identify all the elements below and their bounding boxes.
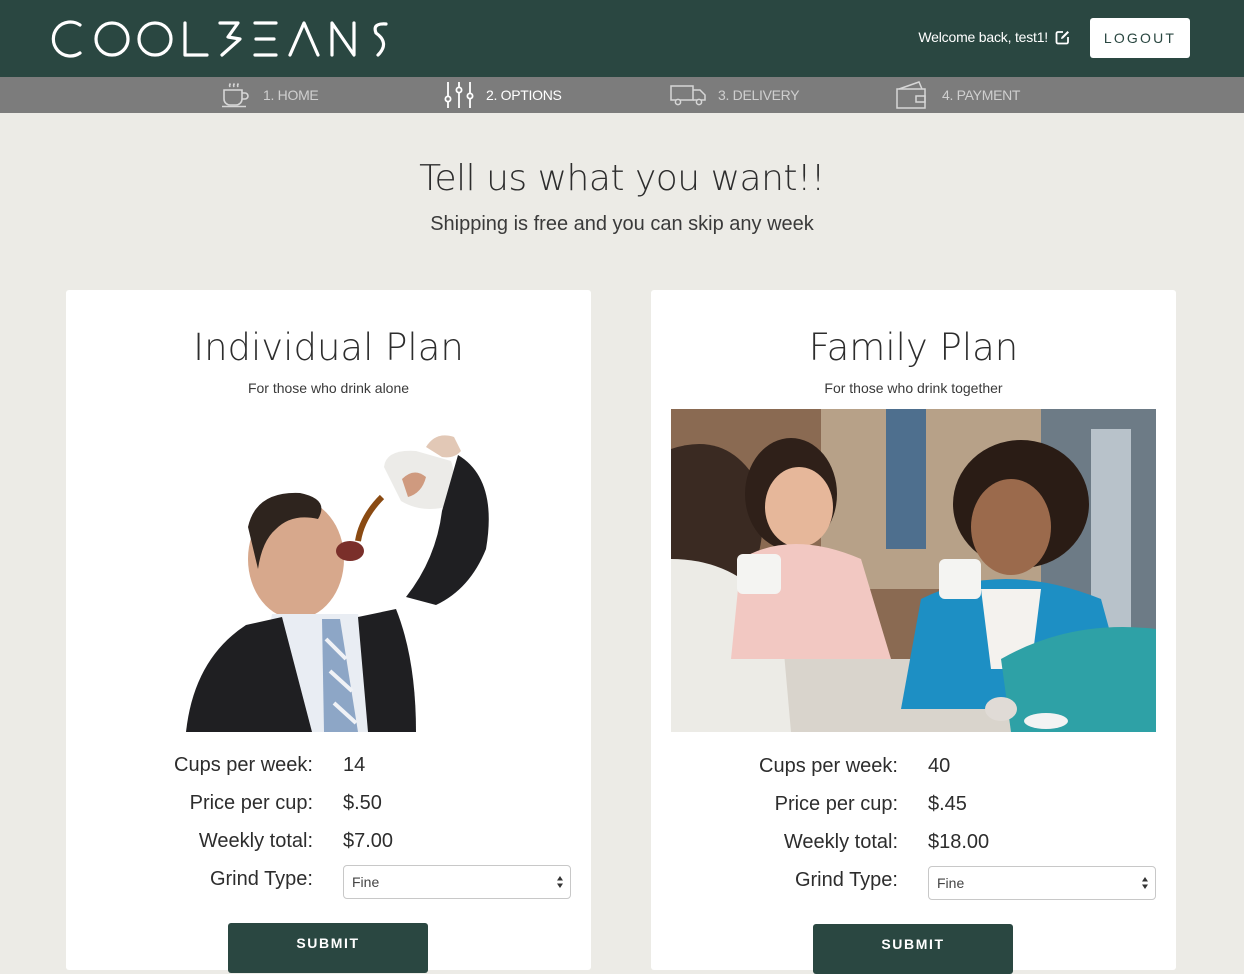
grind-selected-value: Fine xyxy=(352,874,380,890)
cups-value: 40 xyxy=(928,755,951,777)
cups-label: Cups per week: xyxy=(174,754,313,776)
truck-icon xyxy=(670,84,706,106)
grind-row: Grind Type: Fine xyxy=(66,864,591,899)
price-value: $.45 xyxy=(928,793,967,815)
wallet-icon xyxy=(896,81,930,109)
step-label: 2. OPTIONS xyxy=(486,87,562,103)
total-row: Weekly total: $7.00 xyxy=(66,826,591,856)
total-row: Weekly total: $18.00 xyxy=(651,827,1176,857)
total-value: $18.00 xyxy=(928,831,990,853)
plan-title: Family Plan xyxy=(808,326,1019,369)
cups-label: Cups per week: xyxy=(759,755,898,777)
cups-row: Cups per week: 14 xyxy=(66,750,591,780)
checkout-steps: 1. HOME 2. OPTIONS 3. DELIVERY 4. PAYMEN… xyxy=(0,77,1244,113)
logo-wordmark xyxy=(51,20,388,58)
price-row: Price per cup: $.50 xyxy=(66,788,591,818)
grind-type-select[interactable]: Fine xyxy=(343,865,571,899)
edit-profile-icon[interactable] xyxy=(1055,30,1070,45)
cups-value: 14 xyxy=(343,754,366,776)
total-label: Weekly total: xyxy=(783,831,898,853)
grind-label: Grind Type: xyxy=(794,869,898,891)
step-label: 3. DELIVERY xyxy=(718,87,800,103)
logout-button[interactable]: LOGOUT xyxy=(1090,18,1190,58)
plan-title: Individual Plan xyxy=(193,326,464,369)
welcome-text: Welcome back, test1! xyxy=(918,29,1048,45)
submit-button[interactable]: SUBMIT xyxy=(228,923,428,973)
select-arrows-icon xyxy=(1142,877,1148,889)
step-delivery[interactable]: 3. DELIVERY xyxy=(670,77,800,113)
grind-label: Grind Type: xyxy=(209,868,313,890)
family-plan-image xyxy=(671,409,1156,732)
welcome-message: Welcome back, test1! xyxy=(870,25,1070,49)
coffee-cup-icon xyxy=(221,82,251,108)
step-label: 1. HOME xyxy=(263,87,319,103)
cups-row: Cups per week: 40 xyxy=(651,751,1176,781)
select-arrows-icon xyxy=(557,876,563,888)
coolbeans-logo[interactable] xyxy=(50,14,395,64)
sliders-icon xyxy=(444,81,474,109)
individual-plan-image xyxy=(86,409,571,732)
grind-row: Grind Type: Fine xyxy=(651,865,1176,900)
submit-button[interactable]: SUBMIT xyxy=(813,924,1013,974)
step-home[interactable]: 1. HOME xyxy=(221,77,319,113)
grind-type-select[interactable]: Fine xyxy=(928,866,1156,900)
step-label: 4. PAYMENT xyxy=(942,87,1021,103)
individual-plan-card: Individual Plan For those who drink alon… xyxy=(66,290,591,973)
price-row: Price per cup: $.45 xyxy=(651,789,1176,819)
page-subtitle: Shipping is free and you can skip any we… xyxy=(430,213,814,235)
grind-selected-value: Fine xyxy=(937,875,965,891)
price-label: Price per cup: xyxy=(189,792,313,814)
plan-tagline: For those who drink together xyxy=(824,380,1003,396)
family-plan-card: Family Plan For those who drink together xyxy=(651,290,1176,974)
price-value: $.50 xyxy=(343,792,382,814)
step-payment[interactable]: 4. PAYMENT xyxy=(896,77,1020,113)
total-value: $7.00 xyxy=(343,830,394,852)
total-label: Weekly total: xyxy=(198,830,313,852)
price-label: Price per cup: xyxy=(774,793,898,815)
plan-tagline: For those who drink alone xyxy=(247,380,410,396)
step-options[interactable]: 2. OPTIONS xyxy=(444,77,562,113)
top-header: Welcome back, test1! LOGOUT xyxy=(0,0,1244,77)
page-title: Tell us what you want!! xyxy=(419,158,825,199)
